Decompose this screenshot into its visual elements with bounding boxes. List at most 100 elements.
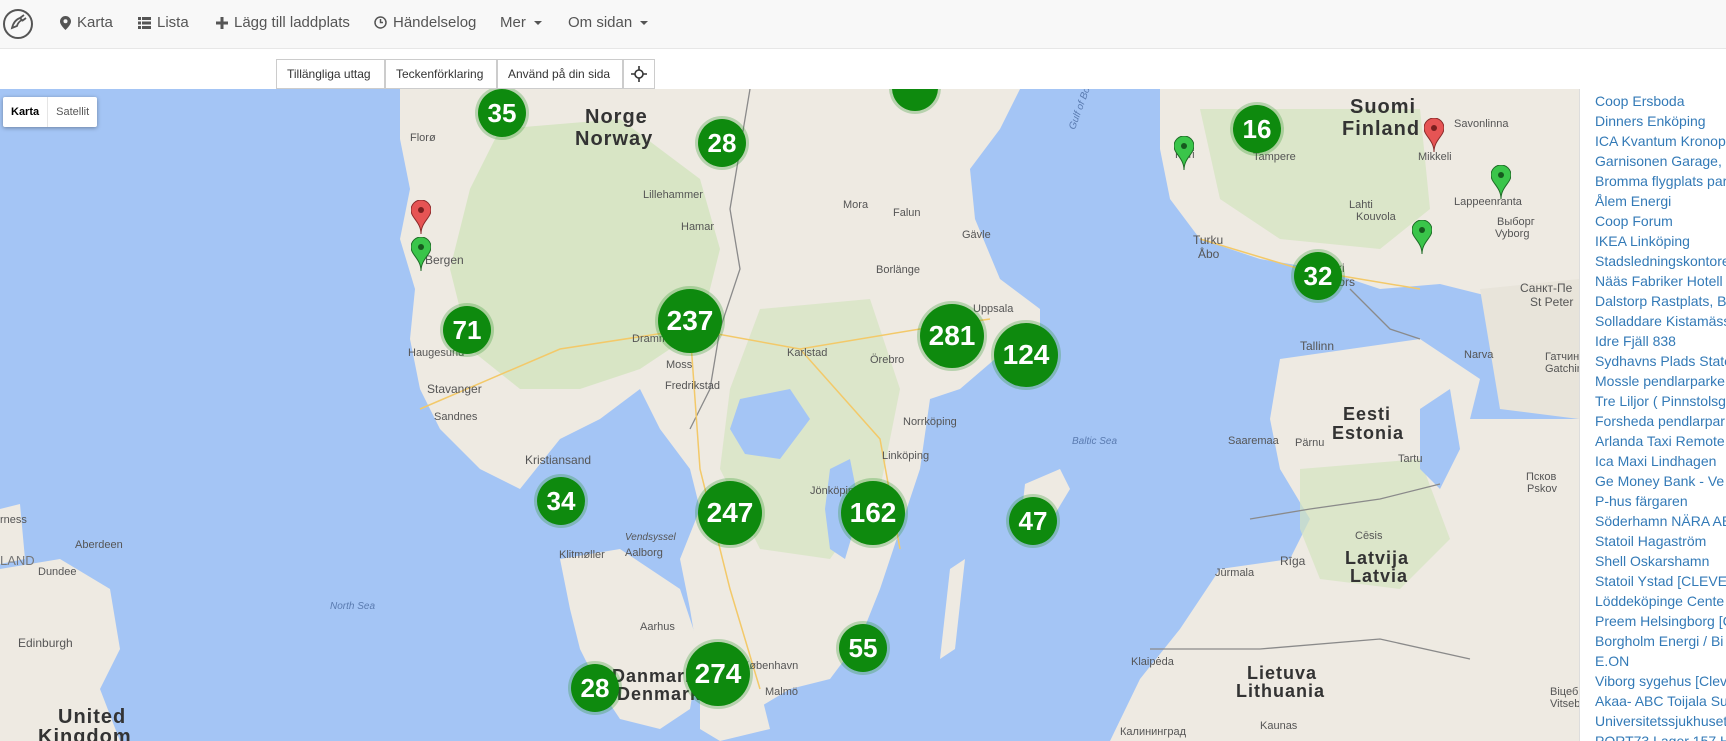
charger-cluster-marker[interactable]: 124	[994, 323, 1058, 387]
city-label: Jūrmala	[1215, 567, 1255, 579]
city-label: Moss	[666, 359, 693, 371]
charger-list-item[interactable]: Nääs Fabriker Hotell	[1595, 271, 1726, 291]
charger-list-item[interactable]: Tre Liljor ( Pinnstolsg	[1595, 391, 1726, 411]
city-label: Віцеб	[1550, 686, 1579, 698]
city-label: Malmö	[765, 686, 799, 698]
nav-label: Händelselog	[393, 14, 477, 31]
charger-list-item[interactable]: Ålem Energi	[1595, 191, 1726, 211]
charger-list-item[interactable]: Bromma flygplats par	[1595, 171, 1726, 191]
city-label: Калининград	[1120, 726, 1187, 738]
nav-label: Lägg till laddplats	[234, 14, 350, 31]
charger-pin-green-icon[interactable]	[1411, 219, 1433, 255]
charger-list-item[interactable]: Garnisonen Garage,	[1595, 151, 1726, 171]
charger-list-item[interactable]: Dinners Enköping	[1595, 111, 1726, 131]
embed-button[interactable]: Använd på din sida	[497, 59, 623, 89]
charger-list-item[interactable]: Coop Ersboda	[1595, 91, 1726, 111]
charger-list-item[interactable]: Söderhamn NÄRA AB	[1595, 511, 1726, 531]
country-label: LAND	[0, 553, 35, 568]
charger-pin-green-icon[interactable]	[1173, 135, 1195, 171]
city-label: Sandnes	[434, 411, 478, 423]
city-label: St Peter	[1530, 295, 1574, 309]
city-label: Gatchin	[1545, 363, 1579, 375]
charger-list-item[interactable]: Ge Money Bank - Ve	[1595, 471, 1726, 491]
charger-list-item[interactable]: Forsheda pendlarpar	[1595, 411, 1726, 431]
city-label: Vyborg	[1495, 228, 1530, 240]
charger-cluster-marker[interactable]: 237	[658, 289, 722, 353]
nav-lista[interactable]: Lista	[138, 14, 189, 31]
charger-pin-green-icon[interactable]	[410, 236, 432, 272]
country-label: Lithuania	[1236, 681, 1325, 701]
charger-list-item[interactable]: Viborg sygehus [Clev	[1595, 671, 1726, 691]
city-label: Hamar	[681, 221, 715, 233]
charger-list-item[interactable]: Sydhavns Plads State	[1595, 351, 1726, 371]
locate-button[interactable]	[623, 59, 655, 89]
charger-cluster-marker[interactable]: 281	[920, 304, 984, 368]
city-label: Åbo	[1198, 247, 1220, 261]
city-label: Linköping	[882, 450, 930, 462]
charger-cluster-marker[interactable]: 247	[698, 481, 762, 545]
charger-list-item[interactable]: Stadsledningskontore	[1595, 251, 1726, 271]
charger-list-item[interactable]: Akaa- ABC Toijala Su	[1595, 691, 1726, 711]
charger-list-item[interactable]: Arlanda Taxi Remote	[1595, 431, 1726, 451]
charger-cluster-marker[interactable]: 274	[686, 642, 750, 706]
charger-list-item[interactable]: Mossle pendlarparke	[1595, 371, 1726, 391]
charger-list-item[interactable]: ICA Kvantum Kronop	[1595, 131, 1726, 151]
city-label: København	[742, 660, 799, 672]
charger-cluster-marker[interactable]: 16	[1233, 105, 1281, 153]
charger-cluster-marker[interactable]: 162	[841, 481, 905, 545]
charger-list-item[interactable]: Coop Forum	[1595, 211, 1726, 231]
charger-list-item[interactable]: Idre Fjäll 838	[1595, 331, 1726, 351]
charger-pin-red-icon[interactable]	[410, 199, 432, 235]
nav-karta[interactable]: Karta	[60, 14, 113, 31]
nav-more-dropdown[interactable]: Mer	[500, 14, 542, 31]
charger-list-item[interactable]: Solladdare Kistamäss	[1595, 311, 1726, 331]
nav-event-log[interactable]: Händelselog	[374, 14, 476, 31]
charger-list-item[interactable]: Universitetssjukhuset	[1595, 711, 1726, 731]
city-label: Vendsyssel	[625, 532, 676, 543]
charger-list-item[interactable]: Ica Maxi Lindhagen	[1595, 451, 1726, 471]
charger-cluster-marker[interactable]: 28	[698, 119, 746, 167]
charger-list-item[interactable]: Löddeköpinge Cente	[1595, 591, 1726, 611]
charger-list-item[interactable]: P-hus färgaren	[1595, 491, 1726, 511]
city-label: Lillehammer	[643, 189, 703, 201]
charger-list-item[interactable]: IKEA Linköping	[1595, 231, 1726, 251]
charger-cluster-marker[interactable]: 32	[1294, 252, 1342, 300]
map-canvas[interactable]: Karta Satellit Norge Norway Suomi Finlan…	[0, 89, 1579, 741]
city-label: Stavanger	[427, 382, 482, 396]
legend-button[interactable]: Teckenförklaring	[385, 59, 497, 89]
city-label: Savonlinna	[1454, 118, 1509, 130]
navbar: Karta Lista Lägg till laddplats Händelse…	[0, 0, 1726, 49]
charger-list-item[interactable]: Dalstorp Rastplats, B	[1595, 291, 1726, 311]
city-label: Lappeenranta	[1454, 196, 1522, 208]
charger-cluster-marker[interactable]: 47	[1009, 497, 1057, 545]
nav-about-dropdown[interactable]: Om sidan	[568, 14, 649, 31]
charger-cluster-marker[interactable]: 71	[443, 306, 491, 354]
charger-pin-green-icon[interactable]	[1490, 164, 1512, 200]
charger-cluster-marker[interactable]: 55	[839, 624, 887, 672]
charger-list-item[interactable]: PORT73 Lager 157 H	[1595, 731, 1726, 741]
charger-cluster-marker[interactable]: 28	[571, 664, 619, 712]
city-label: Санкт-Пе	[1520, 281, 1573, 295]
nav-add-charger[interactable]: Lägg till laddplats	[216, 14, 350, 31]
charger-cluster-marker[interactable]: 34	[537, 477, 585, 525]
city-label: Turku	[1193, 233, 1224, 247]
charger-cluster-marker[interactable]: 35	[478, 89, 526, 137]
map-type-map-button[interactable]: Karta	[3, 97, 49, 127]
charger-list-item[interactable]: E.ON	[1595, 651, 1726, 671]
charger-list-item[interactable]: Statoil Hagaström	[1595, 531, 1726, 551]
city-label: Vitseb	[1550, 698, 1579, 710]
charger-list-item[interactable]: Statoil Ystad [CLEVE	[1595, 571, 1726, 591]
charger-list-item[interactable]: Shell Oskarshamn	[1595, 551, 1726, 571]
sea-label: Baltic Sea	[1072, 436, 1118, 447]
map-type-satellite-button[interactable]: Satellit	[48, 97, 97, 127]
charger-list-item[interactable]: Preem Helsingborg [C	[1595, 611, 1726, 631]
city-label: Lahti	[1349, 199, 1373, 211]
charger-list-sidebar: Coop Ersboda Dinners Enköping ICA Kvantu…	[1579, 89, 1726, 741]
city-label: Выборг	[1497, 216, 1535, 228]
charger-list-item[interactable]: Borgholm Energi / Bi	[1595, 631, 1726, 651]
available-outlets-button[interactable]: Tillängliga uttag	[276, 59, 385, 89]
site-logo[interactable]	[2, 8, 34, 40]
country-label: Norway	[575, 128, 654, 150]
country-label: Suomi	[1350, 96, 1417, 118]
charger-pin-red-icon[interactable]	[1423, 117, 1445, 153]
